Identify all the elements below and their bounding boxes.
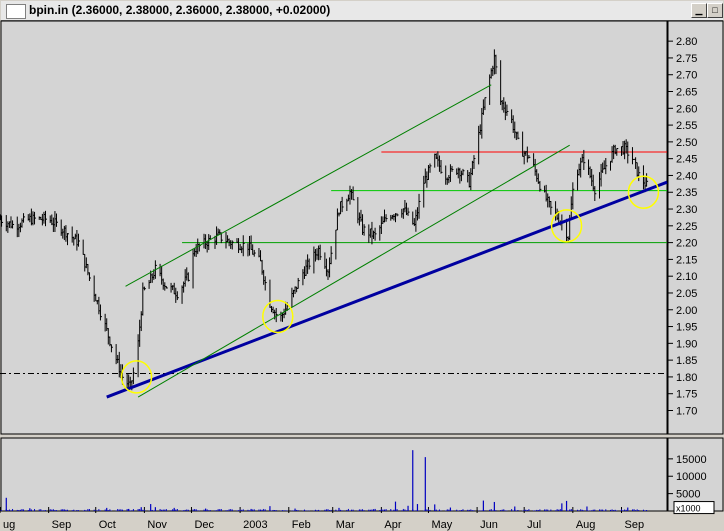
chart-canvas: 2.80 2.75 2.70 2.65 2.60 2.55 2.50 2.45 2.40 2.35…	[0, 20, 724, 531]
price-tick-label: 2.45	[676, 154, 697, 166]
x-tick-label: Mar	[336, 519, 355, 531]
x-tick-label: Nov	[147, 519, 167, 531]
symbol-name: bpin.in	[29, 3, 69, 17]
price-tick-label: 2.15	[676, 254, 697, 266]
price-tick-label: 2.40	[676, 170, 697, 182]
price-tick-label: 2.00	[676, 305, 697, 317]
chart-app-icon	[6, 4, 26, 19]
price-tick-label: 2.10	[676, 271, 697, 283]
x-tick-label: Aug	[576, 519, 596, 531]
maximize-button[interactable]: □	[707, 3, 723, 18]
price-tick-label: 2.35	[676, 187, 697, 199]
x-tick-label: 2003	[243, 519, 267, 531]
window-title: bpin.in (2.36000, 2.38000, 2.36000, 2.38…	[29, 3, 330, 17]
x-tick-label: Jul	[527, 519, 541, 531]
x-tick-label: Oct	[99, 519, 116, 531]
x-tick-label: Sep	[624, 519, 644, 531]
price-tick-label: 1.85	[676, 355, 697, 367]
volume-tick-label: 5000	[676, 489, 700, 501]
price-tick-label: 1.70	[676, 405, 697, 417]
price-tick-label: 2.80	[676, 36, 697, 48]
price-tick-label: 2.50	[676, 137, 697, 149]
price-tick-label: 2.05	[676, 288, 697, 300]
price-tick-label: 2.55	[676, 120, 697, 132]
x-tick-label: Feb	[292, 519, 311, 531]
volume-tick-label: 15000	[676, 454, 707, 466]
price-panel	[0, 20, 668, 435]
price-tick-label: 2.25	[676, 221, 697, 233]
ohlc-readout: (2.36000, 2.38000, 2.36000, 2.38000, +0.…	[71, 3, 331, 17]
volume-tick-label: 10000	[676, 471, 707, 483]
minimize-button[interactable]: ▁	[691, 3, 707, 18]
x-tick-label: ug	[3, 519, 15, 531]
price-tick-label: 2.30	[676, 204, 697, 216]
volume-unit-label: x1000	[676, 504, 701, 514]
price-tick-label: 1.75	[676, 389, 697, 401]
x-tick-label: Dec	[194, 519, 214, 531]
price-tick-label: 1.95	[676, 322, 697, 334]
title-bar[interactable]: bpin.in (2.36000, 2.38000, 2.36000, 2.38…	[1, 1, 723, 21]
price-tick-label: 2.70	[676, 70, 697, 82]
x-tick-label: May	[431, 519, 452, 531]
price-tick-label: 2.75	[676, 53, 697, 65]
price-tick-label: 1.90	[676, 338, 697, 350]
price-tick-label: 2.60	[676, 103, 697, 115]
chart-window: bpin.in (2.36000, 2.38000, 2.36000, 2.38…	[0, 0, 724, 531]
x-tick-label: Apr	[384, 519, 401, 531]
price-tick-label: 1.80	[676, 372, 697, 384]
x-tick-label: Sep	[52, 519, 72, 531]
volume-panel	[0, 437, 668, 512]
price-tick-label: 2.65	[676, 87, 697, 99]
price-tick-label: 2.20	[676, 238, 697, 250]
x-tick-label: Jun	[480, 519, 498, 531]
